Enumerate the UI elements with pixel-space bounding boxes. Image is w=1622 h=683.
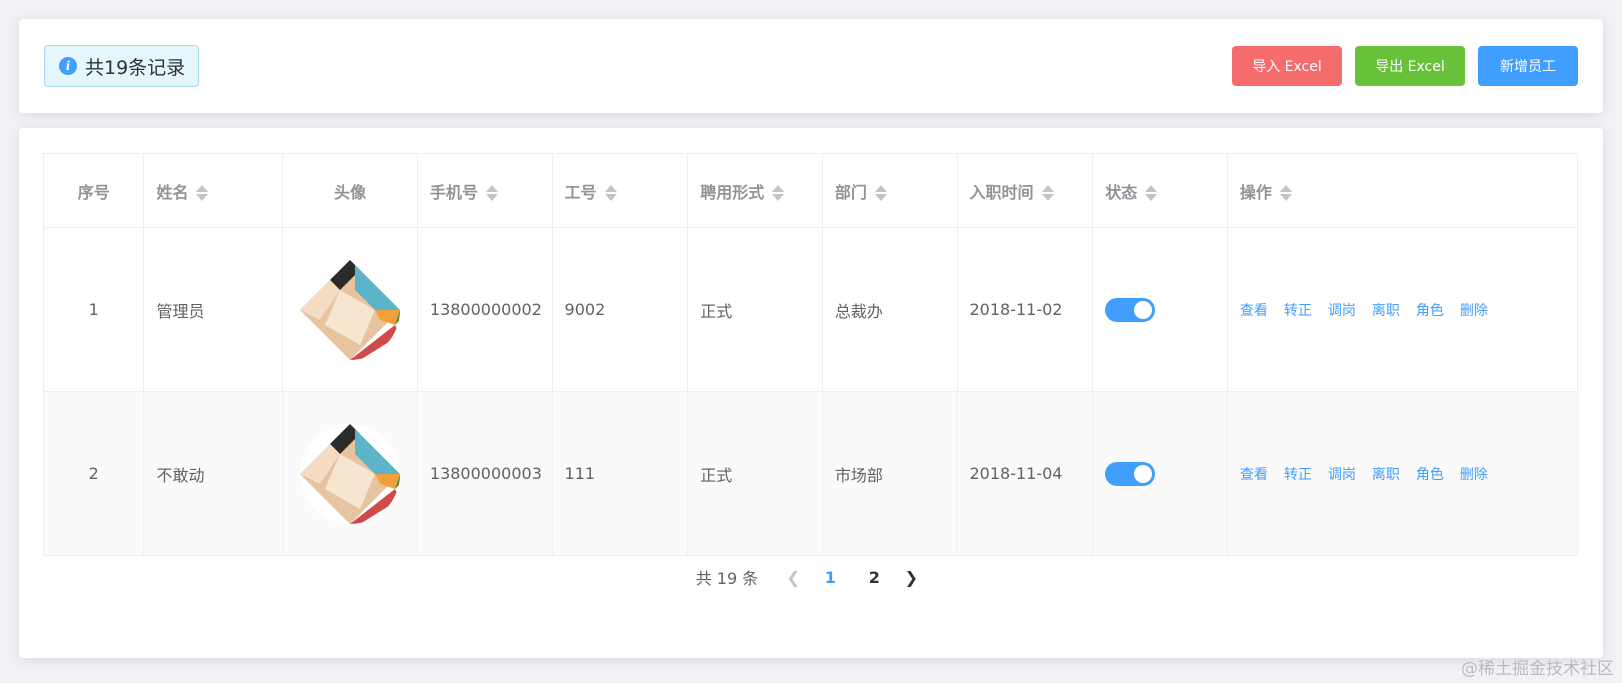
cell-department: 总裁办 <box>821 227 958 392</box>
column-header-employment[interactable]: 聘用形式 <box>687 153 823 228</box>
transfer-link[interactable]: 调岗 <box>1328 300 1356 320</box>
cell-index: 2 <box>42 391 145 556</box>
resign-link[interactable]: 离职 <box>1372 464 1400 484</box>
table-row: 1 管理员 13800000002 9002 正式 总裁办 2018-11-02… <box>42 227 1579 392</box>
cell-department: 市场部 <box>821 391 958 556</box>
cell-name: 不敢动 <box>143 391 284 556</box>
view-link[interactable]: 查看 <box>1240 300 1268 320</box>
table-row: 2 不敢动 13800000003 111 正式 市场部 2018-11-04 … <box>42 391 1579 556</box>
avatar <box>300 423 401 524</box>
sort-icon[interactable] <box>604 184 617 202</box>
column-header-name[interactable]: 姓名 <box>143 153 284 228</box>
pagination-total: 共 19 条 <box>695 569 759 588</box>
cell-employment: 正式 <box>687 391 823 556</box>
sort-icon[interactable] <box>874 184 887 202</box>
prev-page-icon[interactable]: ❮ <box>778 568 808 587</box>
pagination: 共 19 条 ❮ 1 2 ❯ <box>19 565 1603 589</box>
cell-phone: 13800000002 <box>416 227 553 392</box>
cell-avatar <box>282 391 418 556</box>
cell-work-no: 9002 <box>551 227 689 392</box>
switch-knob <box>1134 300 1153 319</box>
cell-phone: 13800000003 <box>416 391 553 556</box>
sort-icon[interactable] <box>1145 184 1158 202</box>
sort-icon[interactable] <box>196 184 209 202</box>
cell-name: 管理员 <box>143 227 284 392</box>
cell-index: 1 <box>42 227 145 392</box>
employee-table: 序号 姓名 头像 手机号 工号 聘用形式 部门 入职时间 状态 操作 1 管理员 <box>42 153 1579 556</box>
page-number-2[interactable]: 2 <box>852 568 896 587</box>
toolbar-card: i 共19条记录 导入 Excel 导出 Excel 新增员工 <box>19 19 1603 113</box>
info-icon: i <box>59 57 77 75</box>
record-count-text: 共19条记录 <box>85 56 186 79</box>
avatar <box>300 259 401 360</box>
cell-hire-date: 2018-11-02 <box>956 227 1094 392</box>
cell-actions: 查看 转正 调岗 离职 角色 删除 <box>1226 227 1579 392</box>
resign-link[interactable]: 离职 <box>1372 300 1400 320</box>
import-excel-button[interactable]: 导入 Excel <box>1232 46 1342 86</box>
watermark: @稀土掘金技术社区 <box>1461 659 1614 679</box>
delete-link[interactable]: 删除 <box>1460 300 1488 320</box>
export-excel-button[interactable]: 导出 Excel <box>1355 46 1465 86</box>
role-link[interactable]: 角色 <box>1416 464 1444 484</box>
column-header-department[interactable]: 部门 <box>821 153 958 228</box>
regularize-link[interactable]: 转正 <box>1284 464 1312 484</box>
role-link[interactable]: 角色 <box>1416 300 1444 320</box>
sort-icon[interactable] <box>1279 184 1292 202</box>
sort-icon[interactable] <box>1041 184 1054 202</box>
cell-status <box>1092 391 1228 556</box>
transfer-link[interactable]: 调岗 <box>1328 464 1356 484</box>
cell-avatar <box>282 227 418 392</box>
cell-employment: 正式 <box>687 227 823 392</box>
regularize-link[interactable]: 转正 <box>1284 300 1312 320</box>
page-number-1[interactable]: 1 <box>808 568 852 587</box>
view-link[interactable]: 查看 <box>1240 464 1268 484</box>
employee-table-card: 序号 姓名 头像 手机号 工号 聘用形式 部门 入职时间 状态 操作 1 管理员 <box>19 128 1603 658</box>
add-employee-button[interactable]: 新增员工 <box>1478 46 1578 86</box>
column-header-index: 序号 <box>42 153 145 228</box>
column-header-hire-date[interactable]: 入职时间 <box>956 153 1094 228</box>
column-header-avatar: 头像 <box>282 153 418 228</box>
cell-hire-date: 2018-11-04 <box>956 391 1094 556</box>
record-count-tag: i 共19条记录 <box>44 45 200 87</box>
delete-link[interactable]: 删除 <box>1460 464 1488 484</box>
status-switch[interactable] <box>1105 297 1156 322</box>
column-header-actions[interactable]: 操作 <box>1226 153 1579 228</box>
column-header-status[interactable]: 状态 <box>1092 153 1228 228</box>
switch-knob <box>1134 464 1153 483</box>
cell-work-no: 111 <box>551 391 689 556</box>
cell-status <box>1092 227 1228 392</box>
next-page-icon[interactable]: ❯ <box>896 568 926 587</box>
sort-icon[interactable] <box>485 184 498 202</box>
table-header-row: 序号 姓名 头像 手机号 工号 聘用形式 部门 入职时间 状态 操作 <box>42 153 1579 228</box>
cell-actions: 查看 转正 调岗 离职 角色 删除 <box>1226 391 1579 556</box>
status-switch[interactable] <box>1105 461 1156 486</box>
sort-icon[interactable] <box>772 184 785 202</box>
column-header-phone[interactable]: 手机号 <box>416 153 553 228</box>
column-header-work-no[interactable]: 工号 <box>551 153 689 228</box>
